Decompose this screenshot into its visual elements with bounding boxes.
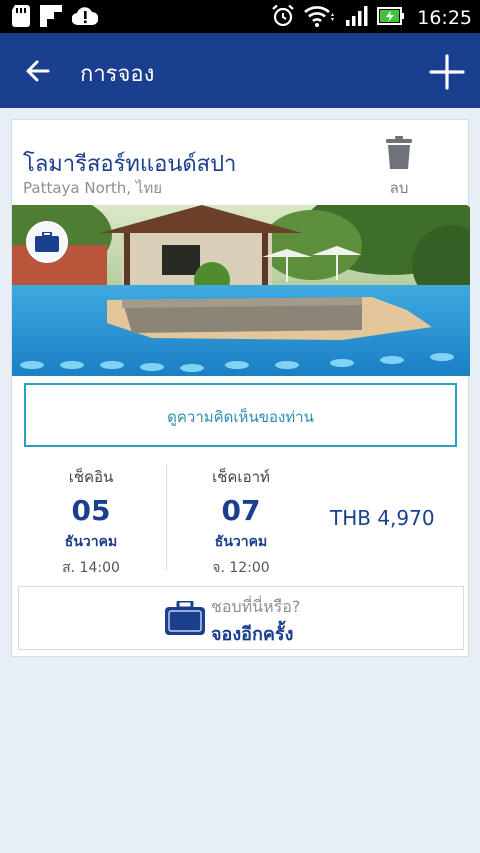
checkin-label: เช็คอิน xyxy=(68,468,114,486)
suitcase-icon xyxy=(165,601,205,635)
hotel-photo[interactable] xyxy=(12,205,470,376)
booking-card: โลมารีสอร์ทแอนด์สปา Pattaya North, ไทย ล… xyxy=(11,119,470,657)
battery-charging-icon xyxy=(377,6,405,30)
checkout-time: จ. 12:00 xyxy=(212,560,270,576)
plus-icon xyxy=(429,54,465,90)
review-button[interactable]: ดูความคิดเห็นของท่าน xyxy=(24,383,457,447)
page-title: การจอง xyxy=(80,62,155,87)
checkin-month: ธันวาคม xyxy=(64,534,118,550)
alert-cloud-icon xyxy=(71,6,99,30)
checkin-day: 05 xyxy=(71,494,111,527)
app-bar: การจอง xyxy=(0,33,480,108)
signal-icon xyxy=(345,5,369,31)
delete-button[interactable]: ลบ xyxy=(374,134,424,198)
delete-label: ลบ xyxy=(389,179,409,197)
trip-badge xyxy=(26,221,68,263)
rebook-question: ชอบที่นี่หรือ? xyxy=(211,597,301,616)
checkout-info: เช็คเอาท์ 07 ธันวาคม จ. 12:00 xyxy=(166,465,316,579)
total-price: THB 4,970 xyxy=(330,506,435,530)
back-arrow-icon xyxy=(26,60,50,82)
checkin-time: ส. 14:00 xyxy=(62,560,120,576)
wifi-icon xyxy=(303,4,337,32)
back-button[interactable] xyxy=(22,55,54,87)
sd-card-icon xyxy=(12,5,30,31)
checkout-month: ธันวาคม xyxy=(214,534,268,550)
status-bar: 16:25 xyxy=(0,0,480,33)
trash-icon xyxy=(386,136,412,169)
rebook-action: จองอีกครั้ง xyxy=(211,624,294,645)
alarm-icon xyxy=(271,4,295,32)
hotel-location: Pattaya North, ไทย xyxy=(23,179,163,197)
review-label: ดูความคิดเห็นของท่าน xyxy=(167,408,314,426)
rebook-button[interactable]: ชอบที่นี่หรือ? จองอีกครั้ง xyxy=(18,586,464,650)
checkout-day: 07 xyxy=(221,494,261,527)
flipboard-icon xyxy=(40,5,62,31)
checkout-label: เช็คเอาท์ xyxy=(212,468,270,486)
clock: 16:25 xyxy=(417,7,472,29)
suitcase-icon xyxy=(35,232,59,252)
add-button[interactable] xyxy=(428,53,466,91)
checkin-info: เช็คอิน 05 ธันวาคม ส. 14:00 xyxy=(16,465,166,579)
